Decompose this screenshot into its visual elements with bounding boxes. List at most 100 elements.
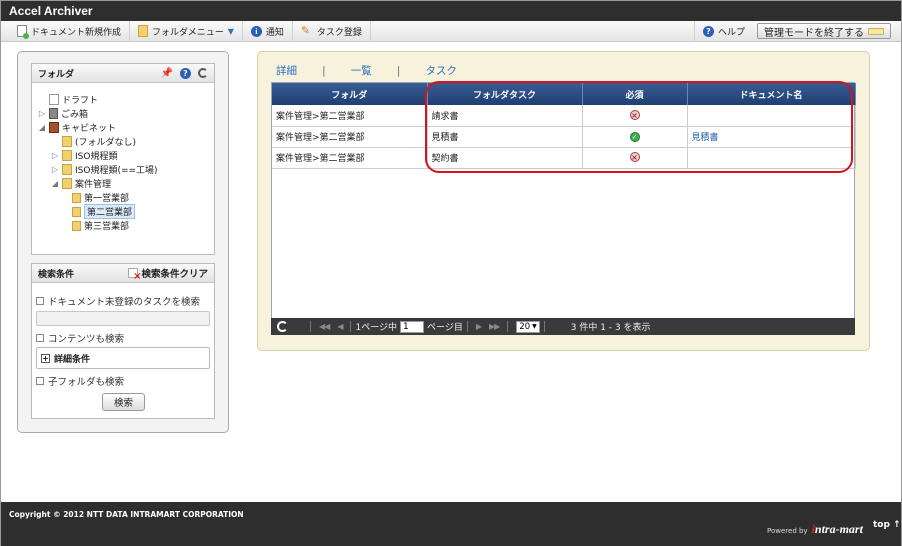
page-suffix: ページ目 [427,323,463,333]
clear-search-label: 検索条件クリア [141,269,208,280]
task-register-button[interactable]: ✎ タスク登録 [293,20,371,42]
tree-item-label: ドラフト [62,96,99,106]
option-subfolder-search[interactable]: 子フォルダも検索 [36,374,124,388]
checkbox[interactable] [36,377,44,385]
search-panel: 検索条件 検索条件クリア ドキュメント未登録のタスクを検索 コンテンツも検索 +… [31,263,215,419]
checkbox[interactable] [36,334,44,342]
tab-list[interactable]: 一覧 [348,63,375,78]
folder-icon [72,192,81,203]
chevron-down-icon: ▼ [227,26,234,36]
prev-page-icon[interactable]: ◀ [337,322,343,331]
tree-item-label: ごみ箱 [61,110,89,120]
tab-detail[interactable]: 詳細 [273,63,300,78]
tab-task[interactable]: タスク [422,63,460,78]
tree-item-iso[interactable]: ▷ ISO規程類 [51,149,117,162]
info-icon: i [250,25,262,37]
tree-item-label: キャビネット [62,124,117,134]
tree-item-label: (フォルダなし) [75,138,137,148]
help-icon: ? [702,25,714,37]
tree-item-sales1[interactable]: 第一営業部 [72,191,129,204]
folder-icon [62,164,72,175]
option-content-search[interactable]: コンテンツも検索 [36,331,124,345]
page-size-select[interactable]: 20 ▼ [516,320,540,333]
document-icon [49,94,59,105]
folder-tree: ドラフト ▷ ごみ箱 ◢ キャビネット (フォルダなし) ▷ ISO規程類 ▷ … [32,83,214,247]
expand-arrow-icon[interactable]: ▷ [38,109,46,118]
tree-item-sales3[interactable]: 第三営業部 [72,219,129,232]
search-text-input[interactable] [36,311,210,326]
task-register-label: タスク登録 [316,27,362,38]
column-header-folder[interactable]: フォルダ [272,83,428,105]
folder-panel-title: フォルダ [38,69,75,80]
tree-item-no-folder[interactable]: (フォルダなし) [51,135,136,148]
trash-icon [49,108,58,119]
exit-icon [868,27,884,35]
folder-panel-header: フォルダ 📌 ? [32,64,214,83]
new-document-label: ドキュメント新規作成 [31,27,122,38]
plus-icon: + [41,353,50,363]
folder-icon [62,178,72,189]
help-button[interactable]: ? ヘルプ [693,20,753,42]
page-prefix: 1ページ中 [355,323,398,333]
back-to-top-link[interactable]: top ↑ [873,520,901,530]
grid-pager: ◀◀ ◀ 1ページ中 1 ページ目 ▶ ▶▶ 20 ▼ 3 件中 1 - 3 を表… [271,318,855,335]
folder-menu-button[interactable]: フォルダメニュー ▼ [130,20,243,42]
option-label: コンテンツも検索 [48,334,125,345]
collapse-arrow-icon[interactable]: ◢ [51,179,59,188]
help-icon[interactable]: ? [180,67,191,79]
tree-item-iso-factory[interactable]: ▷ ISO規程類(==工場) [51,163,158,176]
app-title: Accel Archiver [1,1,901,21]
new-document-icon [17,25,29,39]
tree-item-sales2[interactable]: 第二営業部 [72,204,136,219]
intra-mart-logo: intra-mart [811,522,863,536]
detail-conditions-toggle[interactable]: + 詳細条件 [36,347,210,369]
new-document-button[interactable]: ドキュメント新規作成 [1,20,131,42]
clear-search-button[interactable]: 検索条件クリア [128,266,208,282]
checkbox[interactable] [36,297,44,305]
search-panel-header: 検索条件 検索条件クリア [32,264,214,283]
reload-icon[interactable] [277,321,288,332]
tree-item-label: ISO規程類 [75,152,118,162]
notification-label: 通知 [265,27,284,38]
first-page-icon[interactable]: ◀◀ [319,322,330,331]
powered-by-label: Powered by [767,527,808,535]
option-unregistered-task[interactable]: ドキュメント未登録のタスクを検索 [36,294,200,308]
pin-icon[interactable]: 📌 [161,68,173,79]
exit-admin-mode-button[interactable]: 管理モードを終了する [757,23,891,39]
last-page-icon[interactable]: ▶▶ [489,322,500,331]
detail-conditions-label: 詳細条件 [54,354,91,365]
folder-icon [138,25,149,37]
tree-item-label: 第三営業部 [84,222,130,232]
cell-folder: 案件管理>第二営業部 [272,126,428,148]
expand-arrow-icon[interactable]: ▷ [51,165,59,174]
tree-item-label: 第二営業部 [84,204,136,219]
cabinet-icon [49,122,59,133]
folder-icon [72,220,81,231]
footer: Copyright © 2012 NTT DATA INTRAMART CORP… [1,502,901,546]
tree-item-label: ISO規程類(==工場) [75,166,158,176]
folder-icon [62,136,72,147]
tree-item-draft[interactable]: ドラフト [38,93,98,106]
help-label: ヘルプ [717,27,745,38]
tree-item-trash[interactable]: ▷ ごみ箱 [38,107,88,120]
refresh-icon[interactable] [198,68,208,78]
powered-by: Powered by intra-mart [767,522,863,537]
tree-item-label: 第一営業部 [84,194,130,204]
tree-item-cabinet[interactable]: ◢ キャビネット [38,121,116,134]
chevron-down-icon: ▼ [532,322,537,330]
tree-item-project[interactable]: ◢ 案件管理 [51,177,111,190]
page-size-value: 20 [519,321,531,332]
cell-folder: 案件管理>第二営業部 [272,147,428,169]
expand-arrow-icon[interactable]: ▷ [51,151,59,160]
folder-icon [72,206,81,217]
page-number-input[interactable]: 1 [400,320,425,333]
tree-item-label: 案件管理 [75,180,112,190]
notification-button[interactable]: i 通知 [243,20,293,42]
cell-folder: 案件管理>第二営業部 [272,105,428,127]
search-button[interactable]: 検索 [102,393,145,411]
next-page-icon[interactable]: ▶ [476,322,482,331]
copyright-text: Copyright © 2012 NTT DATA INTRAMART CORP… [9,510,244,519]
collapse-arrow-icon[interactable]: ◢ [38,123,46,132]
record-summary: 3 件中 1 - 3 を表示 [570,323,651,333]
search-panel-title: 検索条件 [38,269,75,280]
